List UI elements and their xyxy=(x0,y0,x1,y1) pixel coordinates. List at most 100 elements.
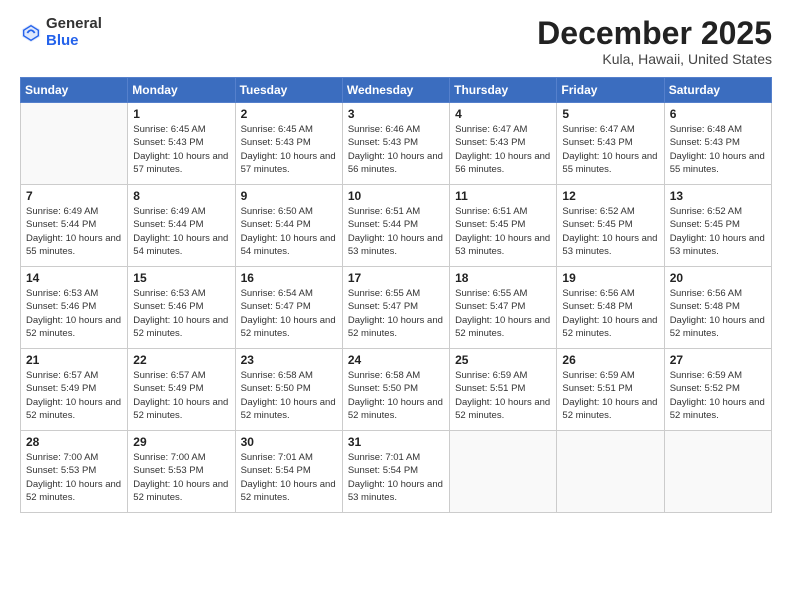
day-number: 15 xyxy=(133,271,229,285)
table-row: 9 Sunrise: 6:50 AM Sunset: 5:44 PM Daylig… xyxy=(235,185,342,267)
day-number: 24 xyxy=(348,353,444,367)
day-number: 22 xyxy=(133,353,229,367)
day-info: Sunrise: 6:59 AM Sunset: 5:51 PM Dayligh… xyxy=(455,369,551,422)
day-number: 13 xyxy=(670,189,766,203)
day-info: Sunrise: 7:01 AM Sunset: 5:54 PM Dayligh… xyxy=(241,451,337,504)
month-title: December 2025 xyxy=(537,16,772,51)
day-number: 4 xyxy=(455,107,551,121)
day-number: 23 xyxy=(241,353,337,367)
day-info: Sunrise: 6:45 AM Sunset: 5:43 PM Dayligh… xyxy=(133,123,229,176)
table-row: 8Sunrise: 6:49 AM Sunset: 5:44 PM Daylig… xyxy=(128,185,235,267)
day-number: 21 xyxy=(26,353,122,367)
day-info: Sunrise: 6:56 AM Sunset: 5:48 PM Dayligh… xyxy=(562,287,658,340)
day-number: 2 xyxy=(241,107,337,121)
day-number: 28 xyxy=(26,435,122,449)
day-number: 29 xyxy=(133,435,229,449)
table-row: 29 Sunrise: 7:00 AM Sunset: 5:53 PM Dayli… xyxy=(128,431,235,513)
day-info: Sunrise: 6:50 AM Sunset: 5:44 PM Dayligh… xyxy=(241,205,337,258)
day-number: 12 xyxy=(562,189,658,203)
table-row: 11 Sunrise: 6:51 AM Sunset: 5:45 PM Dayli… xyxy=(450,185,557,267)
table-row: 7 Sunrise: 6:49 AM Sunset: 5:44 PM Daylig… xyxy=(21,185,128,267)
table-row: 12 Sunrise: 6:52 AM Sunset: 5:45 PM Dayli… xyxy=(557,185,664,267)
day-number: 27 xyxy=(670,353,766,367)
day-info: Sunrise: 6:59 AM Sunset: 5:52 PM Dayligh… xyxy=(670,369,766,422)
day-info: Sunrise: 6:55 AM Sunset: 5:47 PM Dayligh… xyxy=(348,287,444,340)
calendar-week-row: 21 Sunrise: 6:57 AM Sunset: 5:49 PM Dayli… xyxy=(21,349,772,431)
day-number: 26 xyxy=(562,353,658,367)
logo-icon xyxy=(20,22,42,44)
calendar-week-row: 1Sunrise: 6:45 AM Sunset: 5:43 PM Daylig… xyxy=(21,103,772,185)
table-row: 19Sunrise: 6:56 AM Sunset: 5:48 PM Dayli… xyxy=(557,267,664,349)
day-info: Sunrise: 7:01 AM Sunset: 5:54 PM Dayligh… xyxy=(348,451,444,504)
calendar-week-row: 7 Sunrise: 6:49 AM Sunset: 5:44 PM Daylig… xyxy=(21,185,772,267)
table-row: 15 Sunrise: 6:53 AM Sunset: 5:46 PM Dayli… xyxy=(128,267,235,349)
table-row: 3 Sunrise: 6:46 AM Sunset: 5:43 PM Daylig… xyxy=(342,103,449,185)
table-row: 28Sunrise: 7:00 AM Sunset: 5:53 PM Dayli… xyxy=(21,431,128,513)
table-row: 20 Sunrise: 6:56 AM Sunset: 5:48 PM Dayli… xyxy=(664,267,771,349)
day-info: Sunrise: 6:58 AM Sunset: 5:50 PM Dayligh… xyxy=(348,369,444,422)
calendar-week-row: 28 Sunrise: 7:00 AM Sunset: 5:53 PM Dayli… xyxy=(21,431,772,513)
table-row: 30 Sunrise: 7:01 AM Sunset: 5:54 PM Dayli… xyxy=(235,431,342,513)
table-row: 6Sunrise: 6:48 AM Sunset: 5:43 PM Daylig… xyxy=(664,103,771,185)
day-number: 16 xyxy=(241,271,337,285)
calendar-table: Sunday Monday Tuesday Wednesday Thursday… xyxy=(20,77,772,513)
day-info: Sunrise: 6:53 AM Sunset: 5:46 PM Dayligh… xyxy=(133,287,229,340)
day-number: 6 xyxy=(670,107,766,121)
table-row: 2Sunrise: 6:45 AM Sunset: 5:43 PM Daylig… xyxy=(235,103,342,185)
day-number: 10 xyxy=(348,189,444,203)
col-thursday: Thursday xyxy=(450,78,557,103)
day-number: 14 xyxy=(26,271,122,285)
table-row: 24 Sunrise: 6:58 AM Sunset: 5:50 PM Dayli… xyxy=(342,349,449,431)
logo: General Blue xyxy=(20,16,102,49)
table-row: 13 Sunrise: 6:52 AM Sunset: 5:45 PM Dayli… xyxy=(664,185,771,267)
table-row xyxy=(21,103,128,185)
day-number: 31 xyxy=(348,435,444,449)
col-sunday: Sunday xyxy=(21,78,128,103)
title-block: December 2025 Kula, Hawaii, United State… xyxy=(537,16,772,67)
table-row: 22 Sunrise: 6:57 AM Sunset: 5:49 PM Dayli… xyxy=(128,349,235,431)
table-row: 21 Sunrise: 6:57 AM Sunset: 5:49 PM Dayli… xyxy=(21,349,128,431)
logo-general: General xyxy=(46,16,102,33)
day-info: Sunrise: 6:54 AM Sunset: 5:47 PM Dayligh… xyxy=(241,287,337,340)
day-info: Sunrise: 6:52 AM Sunset: 5:45 PM Dayligh… xyxy=(670,205,766,258)
col-wednesday: Wednesday xyxy=(342,78,449,103)
day-number: 5 xyxy=(562,107,658,121)
table-row: 26 Sunrise: 6:59 AM Sunset: 5:51 PM Dayli… xyxy=(557,349,664,431)
table-row: 4 Sunrise: 6:47 AM Sunset: 5:43 PM Daylig… xyxy=(450,103,557,185)
table-row: 27 Sunrise: 6:59 AM Sunset: 5:52 PM Dayli… xyxy=(664,349,771,431)
day-number: 20 xyxy=(670,271,766,285)
table-row: 25Sunrise: 6:59 AM Sunset: 5:51 PM Dayli… xyxy=(450,349,557,431)
calendar-week-row: 14 Sunrise: 6:53 AM Sunset: 5:46 PM Dayli… xyxy=(21,267,772,349)
day-info: Sunrise: 6:57 AM Sunset: 5:49 PM Dayligh… xyxy=(133,369,229,422)
day-info: Sunrise: 6:51 AM Sunset: 5:45 PM Dayligh… xyxy=(455,205,551,258)
logo-text: General Blue xyxy=(46,16,102,49)
day-number: 11 xyxy=(455,189,551,203)
table-row: 5Sunrise: 6:47 AM Sunset: 5:43 PM Daylig… xyxy=(557,103,664,185)
day-info: Sunrise: 6:51 AM Sunset: 5:44 PM Dayligh… xyxy=(348,205,444,258)
day-number: 3 xyxy=(348,107,444,121)
day-info: Sunrise: 7:00 AM Sunset: 5:53 PM Dayligh… xyxy=(133,451,229,504)
logo-blue: Blue xyxy=(46,33,102,50)
table-row: 17Sunrise: 6:55 AM Sunset: 5:47 PM Dayli… xyxy=(342,267,449,349)
day-number: 9 xyxy=(241,189,337,203)
table-row xyxy=(664,431,771,513)
table-row xyxy=(557,431,664,513)
day-info: Sunrise: 6:47 AM Sunset: 5:43 PM Dayligh… xyxy=(455,123,551,176)
table-row: 31 Sunrise: 7:01 AM Sunset: 5:54 PM Dayli… xyxy=(342,431,449,513)
day-info: Sunrise: 6:53 AM Sunset: 5:46 PM Dayligh… xyxy=(26,287,122,340)
day-info: Sunrise: 6:58 AM Sunset: 5:50 PM Dayligh… xyxy=(241,369,337,422)
day-info: Sunrise: 6:57 AM Sunset: 5:49 PM Dayligh… xyxy=(26,369,122,422)
day-number: 30 xyxy=(241,435,337,449)
day-info: Sunrise: 6:49 AM Sunset: 5:44 PM Dayligh… xyxy=(133,205,229,258)
table-row: 16 Sunrise: 6:54 AM Sunset: 5:47 PM Dayli… xyxy=(235,267,342,349)
day-info: Sunrise: 6:59 AM Sunset: 5:51 PM Dayligh… xyxy=(562,369,658,422)
day-info: Sunrise: 6:46 AM Sunset: 5:43 PM Dayligh… xyxy=(348,123,444,176)
col-friday: Friday xyxy=(557,78,664,103)
day-info: Sunrise: 6:56 AM Sunset: 5:48 PM Dayligh… xyxy=(670,287,766,340)
day-number: 7 xyxy=(26,189,122,203)
day-info: Sunrise: 6:49 AM Sunset: 5:44 PM Dayligh… xyxy=(26,205,122,258)
day-number: 18 xyxy=(455,271,551,285)
day-info: Sunrise: 6:52 AM Sunset: 5:45 PM Dayligh… xyxy=(562,205,658,258)
table-row: 14 Sunrise: 6:53 AM Sunset: 5:46 PM Dayli… xyxy=(21,267,128,349)
col-monday: Monday xyxy=(128,78,235,103)
